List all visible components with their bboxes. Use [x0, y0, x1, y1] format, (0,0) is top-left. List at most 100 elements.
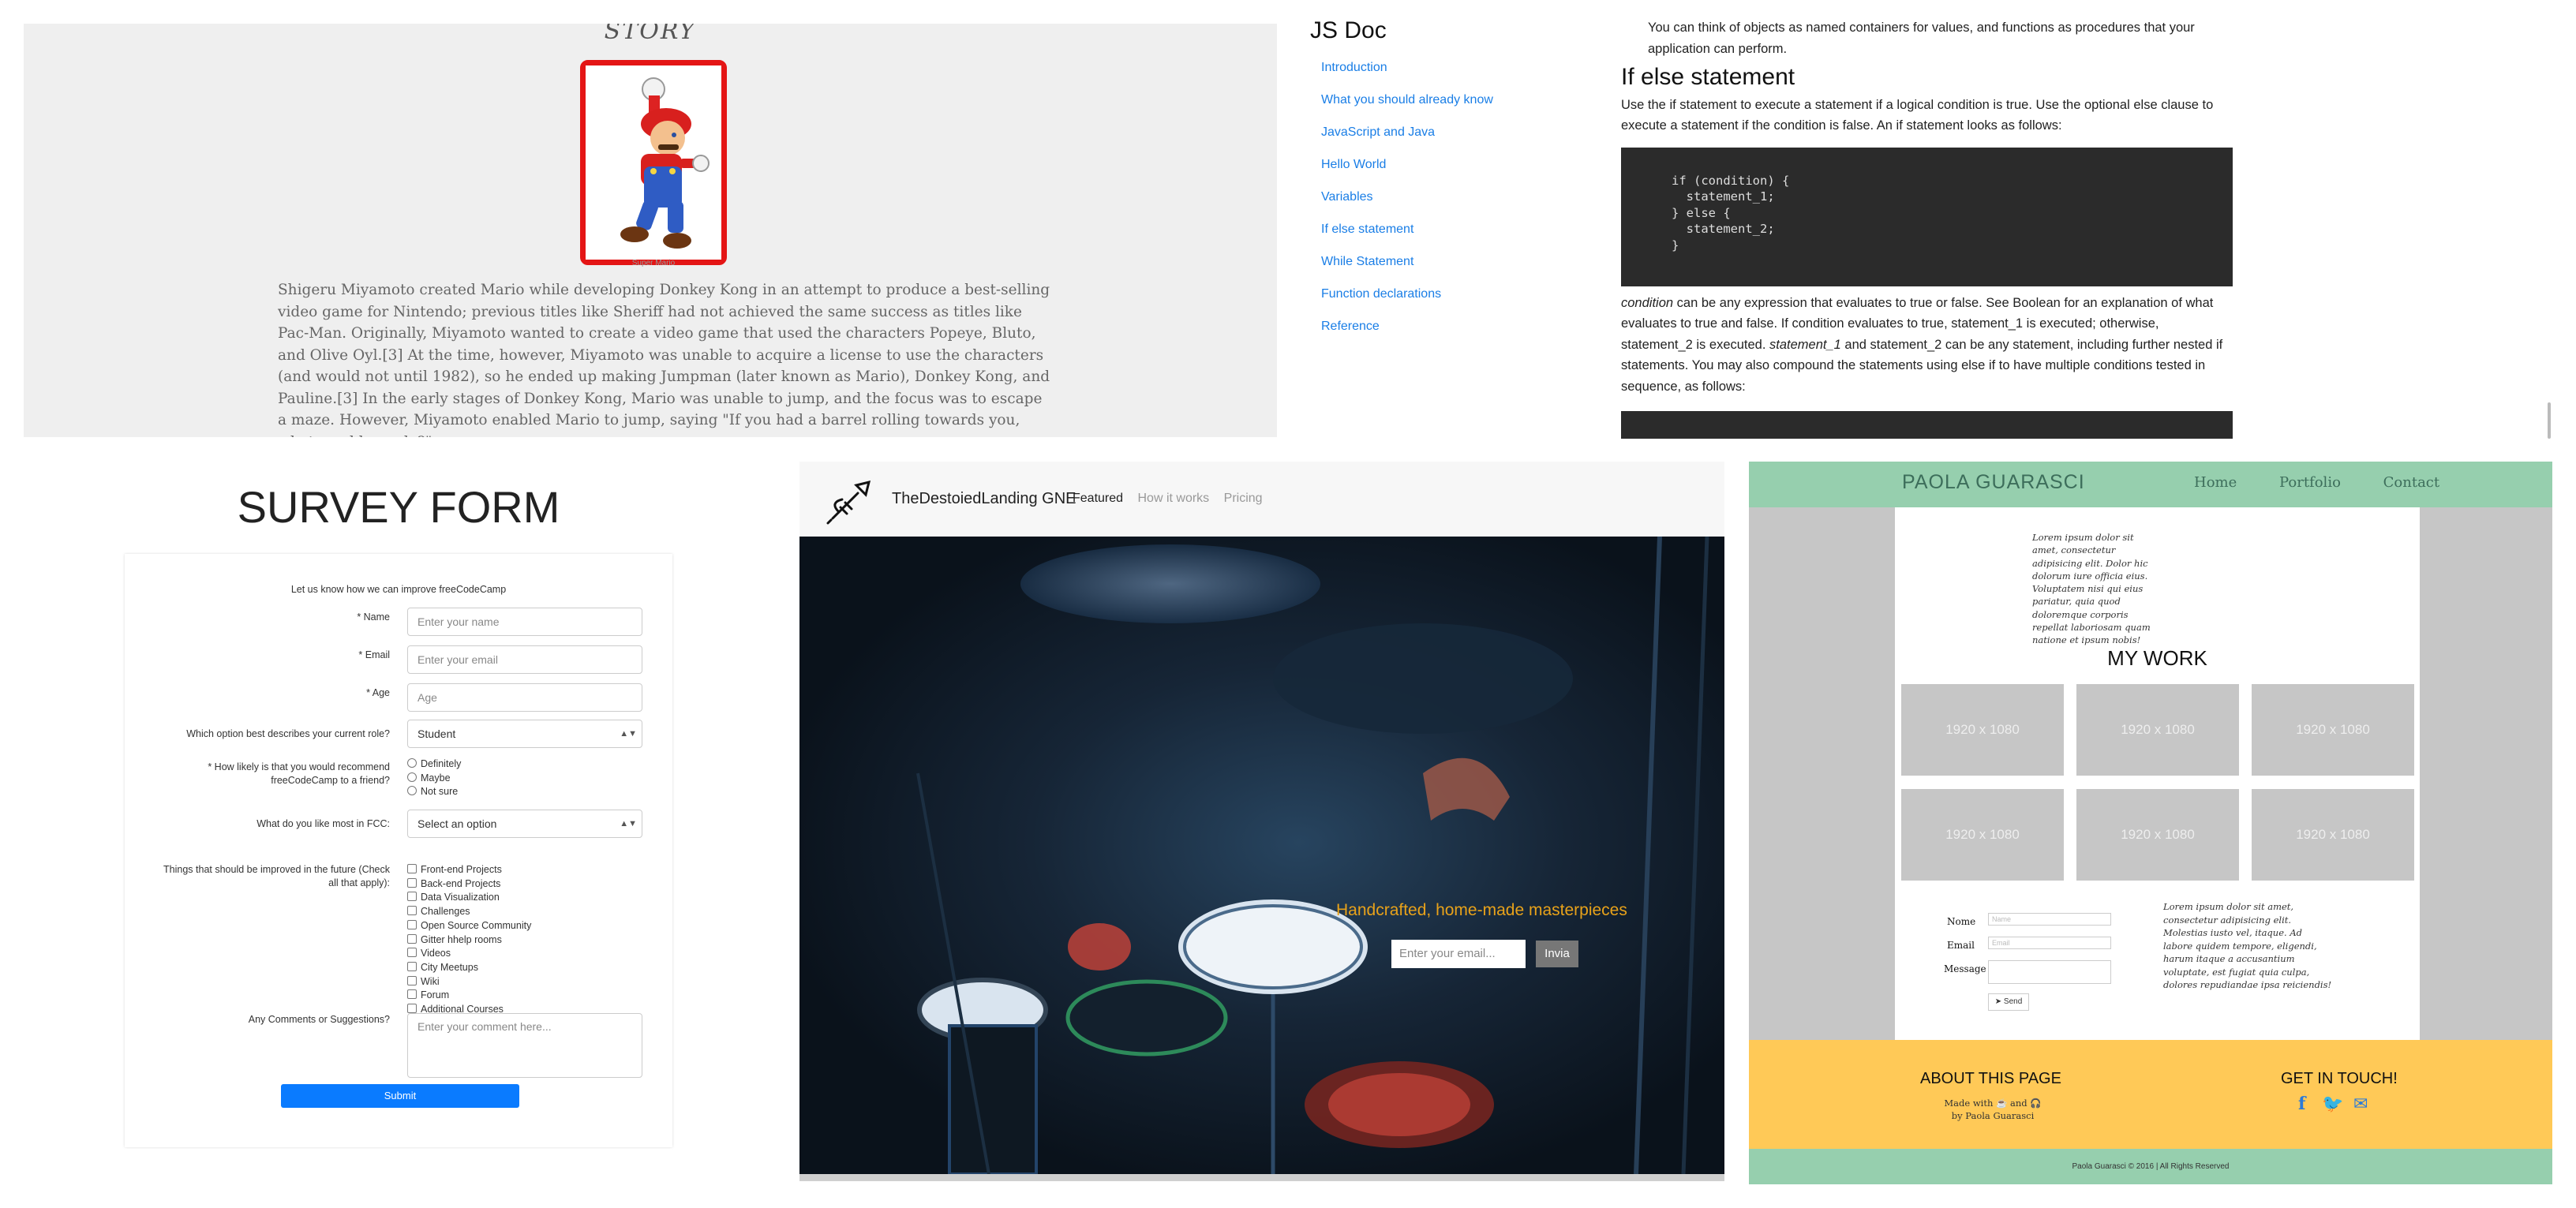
nav-link-hello-world[interactable]: Hello World — [1321, 155, 1493, 188]
nav-contact[interactable]: Contact — [2383, 474, 2439, 491]
portfolio-thumb[interactable]: 1920 x 1080 — [2252, 684, 2414, 776]
option-label: Gitter hhelp rooms — [421, 933, 502, 945]
improve-option[interactable]: Back-end Projects — [407, 877, 531, 892]
contact-email-label: Email — [1947, 940, 1975, 951]
contact-message-label: Message — [1944, 963, 1986, 974]
nav-link-function-declarations[interactable]: Function declarations — [1321, 285, 1493, 317]
nav-link-javascript-and-java[interactable]: JavaScript and Java — [1321, 123, 1493, 155]
portfolio-thumb[interactable]: 1920 x 1080 — [2076, 684, 2239, 776]
option-label: Challenges — [421, 906, 470, 918]
nav-link-variables[interactable]: Variables — [1321, 188, 1493, 220]
recommend-option[interactable]: Maybe — [407, 772, 461, 786]
portfolio-thumb[interactable]: 1920 x 1080 — [1901, 684, 2064, 776]
nav-pricing[interactable]: Pricing — [1224, 492, 1263, 505]
checkbox-icon — [407, 892, 417, 902]
role-value: Student — [417, 727, 456, 740]
email-icon[interactable]: ✉ — [2353, 1094, 2368, 1114]
recommend-options: Definitely Maybe Not sure — [407, 757, 461, 799]
contact-email-input[interactable]: Email — [1988, 937, 2111, 949]
email-input[interactable]: Enter your email — [407, 645, 642, 674]
nav-portfolio[interactable]: Portfolio — [2279, 474, 2341, 491]
recommend-label: * How likely is that you would recommend… — [208, 761, 390, 786]
role-select[interactable]: Student ▲▼ — [407, 720, 642, 748]
option-label: Data Visualization — [421, 892, 500, 903]
checkbox-icon — [407, 906, 417, 916]
jsdoc-panel: JS Doc Introduction What you should alre… — [1286, 0, 2557, 439]
statement-term: statement_1 — [1769, 337, 1841, 352]
contact-message-textarea[interactable] — [1988, 960, 2111, 984]
option-label: Maybe — [421, 772, 451, 784]
landing-navbar: TheDestoiedLanding GNE Featured How it w… — [799, 462, 1724, 537]
made-with-text: Made with ☕ and 🎧 by Paola Guarasci — [1889, 1097, 2096, 1122]
about-text: Lorem ipsum dolor sit amet, consectetur … — [2032, 532, 2151, 646]
improve-option[interactable]: Challenges — [407, 905, 531, 919]
portfolio-thumb[interactable]: 1920 x 1080 — [2076, 789, 2239, 881]
improve-options: Front-end Projects Back-end Projects Dat… — [407, 863, 531, 1017]
email-label: * Email — [358, 649, 390, 660]
mario-story-panel: STORY Super Mario Shigeru Miyamoto creat… — [24, 24, 1277, 437]
portfolio-thumb[interactable]: 1920 x 1080 — [2252, 789, 2414, 881]
like-select[interactable]: Select an option ▲▼ — [407, 810, 642, 838]
hero-email-input[interactable]: Enter your email... — [1391, 940, 1526, 968]
improve-option[interactable]: Forum — [407, 989, 531, 1003]
send-button[interactable]: ➤ Send — [1988, 993, 2029, 1011]
nav-link-what-you-should-know[interactable]: What you should already know — [1321, 91, 1493, 123]
radio-icon — [407, 758, 417, 768]
improve-option[interactable]: Wiki — [407, 975, 531, 989]
mario-illustration — [586, 65, 721, 260]
code-block: if (condition) { statement_1; } else { s… — [1621, 147, 2233, 286]
my-work-title: MY WORK — [2107, 646, 2207, 670]
radio-icon — [407, 786, 417, 796]
option-label: Wiki — [421, 975, 440, 987]
recommend-option[interactable]: Not sure — [407, 785, 461, 799]
improve-option[interactable]: Videos — [407, 947, 531, 961]
improve-option[interactable]: Open Source Community — [407, 919, 531, 933]
improve-option[interactable]: Gitter hhelp rooms — [407, 933, 531, 948]
age-input[interactable]: Age — [407, 683, 642, 712]
portfolio-footer: ABOUT THIS PAGE Made with ☕ and 🎧 by Pao… — [1749, 1040, 2552, 1149]
select-arrows-icon: ▲▼ — [620, 819, 637, 828]
improve-option[interactable]: Front-end Projects — [407, 863, 531, 877]
mario-image — [580, 60, 727, 265]
nav-featured[interactable]: Featured — [1073, 492, 1123, 505]
drum-kit-photo — [916, 537, 1709, 1174]
get-in-touch-title: GET IN TOUCH! — [2281, 1070, 2398, 1087]
code-block-2 — [1621, 411, 2233, 439]
send-icon: ➤ — [1994, 997, 2004, 1006]
name-label: * Name — [357, 611, 390, 623]
survey-panel: SURVEY FORM Let us know how we can impro… — [118, 458, 679, 1152]
scrollbar[interactable] — [2548, 402, 2551, 439]
improve-option[interactable]: Data Visualization — [407, 891, 531, 905]
comments-textarea[interactable]: Enter your comment here... — [407, 1013, 642, 1078]
name-input[interactable]: Enter your name — [407, 608, 642, 636]
improve-option[interactable]: City Meetups — [407, 961, 531, 975]
portfolio-thumb[interactable]: 1920 x 1080 — [1901, 789, 2064, 881]
checkbox-icon — [407, 1004, 417, 1014]
recommend-option[interactable]: Definitely — [407, 757, 461, 772]
facebook-icon[interactable]: f — [2298, 1094, 2305, 1114]
twitter-icon[interactable]: 🐦 — [2322, 1094, 2343, 1114]
checkbox-icon — [407, 919, 417, 929]
contact-name-input[interactable]: Name — [1988, 913, 2111, 926]
nav-link-reference[interactable]: Reference — [1321, 317, 1493, 350]
portfolio-panel: PAOLA GUARASCI Home Portfolio Contact Lo… — [1749, 462, 2552, 1184]
landing-nav: Featured How it works Pricing — [1073, 492, 1274, 506]
hero-submit-button[interactable]: Invia — [1536, 941, 1578, 967]
section-paragraph-2: condition can be any expression that eva… — [1621, 293, 2233, 398]
portfolio-nav: Home Portfolio Contact — [2194, 474, 2477, 491]
option-label: Forum — [421, 989, 450, 1001]
doc-title: JS Doc — [1310, 17, 1387, 43]
radio-icon — [407, 772, 417, 782]
like-value: Select an option — [417, 817, 497, 830]
submit-button[interactable]: Submit — [281, 1084, 519, 1108]
nav-link-if-else[interactable]: If else statement — [1321, 220, 1493, 252]
nav-home[interactable]: Home — [2194, 474, 2237, 491]
nav-how-it-works[interactable]: How it works — [1138, 492, 1210, 505]
option-label: Back-end Projects — [421, 877, 501, 889]
section-title: If else statement — [1621, 64, 1795, 90]
doc-content: You can think of objects as named contai… — [1621, 17, 2233, 439]
nav-link-introduction[interactable]: Introduction — [1321, 58, 1493, 91]
improve-label: Things that should be improved in the fu… — [163, 864, 390, 888]
nav-link-while[interactable]: While Statement — [1321, 252, 1493, 285]
role-label: Which option best describes your current… — [186, 728, 390, 739]
